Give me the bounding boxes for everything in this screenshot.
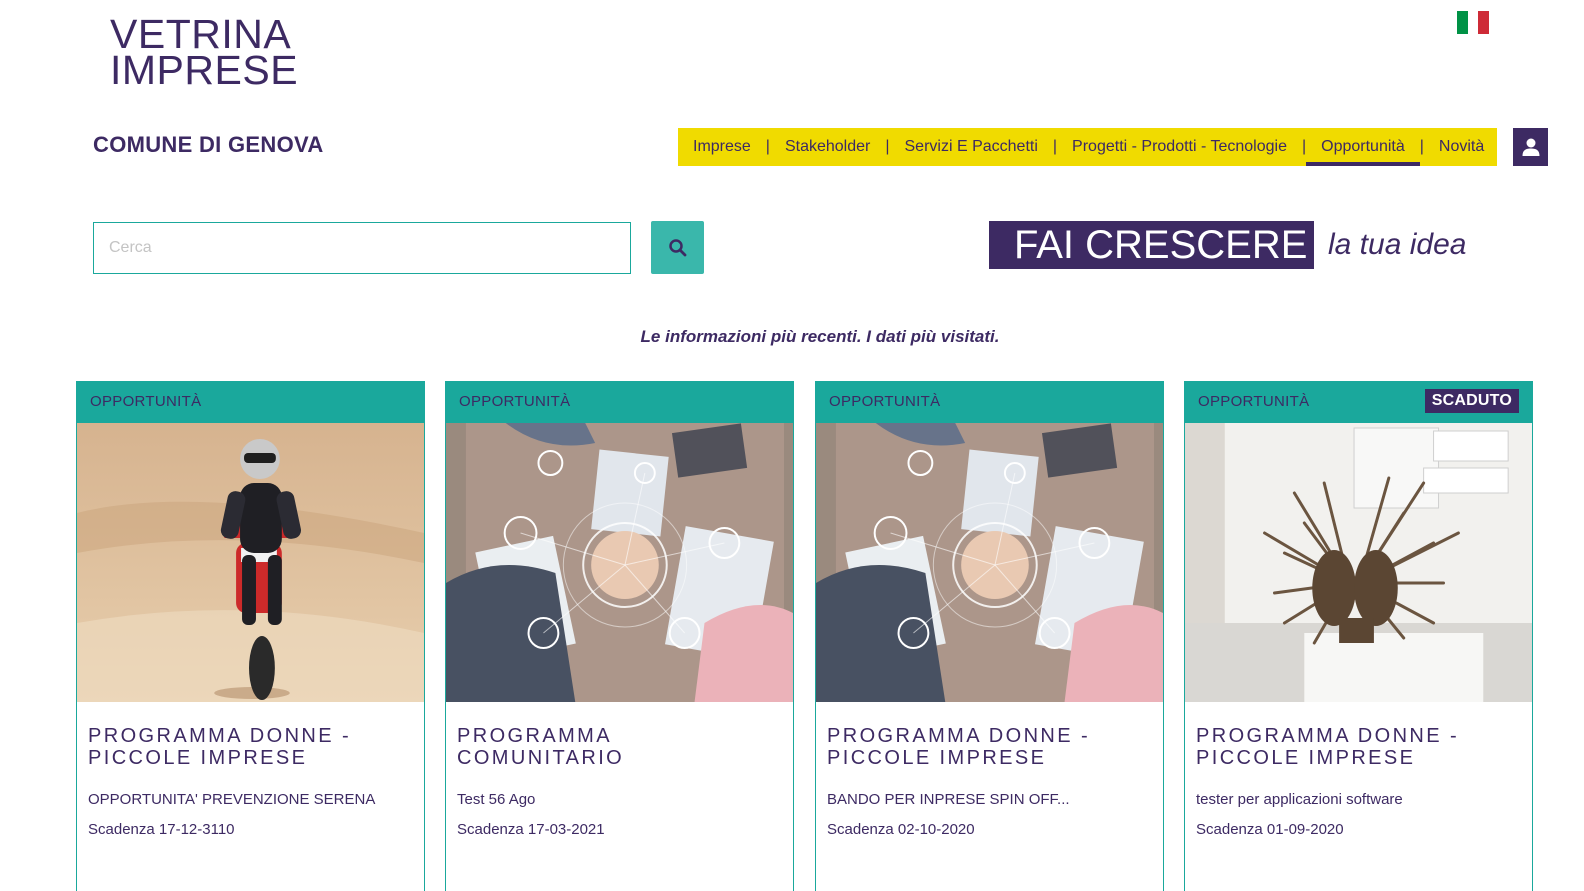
card-description: Test 56 Ago bbox=[457, 791, 536, 808]
card-header: OPPORTUNITÀ SCADUTO bbox=[1185, 382, 1532, 423]
card-title[interactable]: PROGRAMMA DONNE - PICCOLE IMPRESE bbox=[88, 725, 413, 769]
nav-separator: | bbox=[1419, 138, 1424, 155]
main-nav: Imprese | Stakeholder | Servizi E Pacche… bbox=[678, 128, 1498, 166]
nav-separator: | bbox=[1052, 138, 1058, 155]
card-deadline: Scadenza 17-03-2021 bbox=[457, 821, 605, 838]
search-input[interactable] bbox=[93, 222, 631, 274]
opportunity-card[interactable]: OPPORTUNITÀ PROGRAMMA DONNE - PICCOLE IM… bbox=[815, 381, 1164, 891]
nav-item-servizi[interactable]: Servizi E Pacchetti bbox=[902, 128, 1041, 166]
card-category: OPPORTUNITÀ bbox=[459, 393, 571, 410]
card-title[interactable]: PROGRAMMA DONNE - PICCOLE IMPRESE bbox=[1196, 725, 1521, 769]
card-header: OPPORTUNITÀ bbox=[77, 382, 424, 423]
card-title[interactable]: PROGRAMMA DONNE - PICCOLE IMPRESE bbox=[827, 725, 1152, 769]
municipality-title: COMUNE DI GENOVA bbox=[93, 132, 324, 157]
slogan-highlight: FAI CRESCERE bbox=[989, 221, 1315, 269]
card-deadline: Scadenza 17-12-3110 bbox=[88, 821, 235, 838]
search-button[interactable] bbox=[651, 221, 704, 274]
expired-badge: SCADUTO bbox=[1424, 389, 1519, 413]
nav-separator: | bbox=[765, 138, 770, 155]
card-image-team-meeting[interactable] bbox=[446, 423, 793, 702]
opportunity-card[interactable]: OPPORTUNITÀ PROGRAMMA DONNE - PICCOLE IM… bbox=[76, 381, 425, 891]
logo-line-2: IMPRESE bbox=[110, 47, 299, 93]
card-category: OPPORTUNITÀ bbox=[1198, 393, 1310, 410]
user-icon bbox=[1522, 138, 1539, 156]
card-image-team-meeting[interactable] bbox=[816, 423, 1163, 702]
nav-separator: | bbox=[885, 138, 890, 155]
nav-item-opportunita[interactable]: Opportunità bbox=[1306, 128, 1420, 166]
card-deadline: Scadenza 02-10-2020 bbox=[827, 821, 975, 838]
nav-item-novita[interactable]: Novità bbox=[1436, 128, 1487, 166]
user-account-button[interactable] bbox=[1513, 128, 1548, 166]
section-tagline: Le informazioni più recenti. I dati più … bbox=[640, 327, 1000, 346]
nav-item-imprese[interactable]: Imprese bbox=[690, 128, 754, 166]
nav-item-stakeholder[interactable]: Stakeholder bbox=[782, 128, 873, 166]
nav-item-progetti[interactable]: Progetti - Prodotti - Tecnologie bbox=[1069, 128, 1290, 166]
card-category: OPPORTUNITÀ bbox=[829, 393, 941, 410]
nav-separator: | bbox=[1301, 138, 1307, 155]
slogan-text: la tua idea bbox=[1328, 228, 1467, 261]
card-description: tester per applicazioni software bbox=[1196, 791, 1403, 808]
italian-flag-icon[interactable] bbox=[1457, 11, 1490, 34]
search-icon bbox=[668, 238, 686, 256]
card-description: OPPORTUNITA' PREVENZIONE SERENA bbox=[88, 791, 376, 808]
site-logo[interactable]: VETRINA IMPRESE bbox=[110, 14, 299, 93]
card-header: OPPORTUNITÀ bbox=[446, 382, 793, 423]
card-image-wooden-sculpture[interactable] bbox=[1185, 423, 1532, 702]
opportunity-card[interactable]: OPPORTUNITÀ PROGRAMMA COMUNITARIO Test 5… bbox=[445, 381, 794, 891]
opportunity-card[interactable]: OPPORTUNITÀ SCADUTO PROGRAMMA DONNE - PI… bbox=[1184, 381, 1533, 891]
card-description: BANDO PER INPRESE SPIN OFF... bbox=[827, 791, 1070, 808]
card-deadline: Scadenza 01-09-2020 bbox=[1196, 821, 1344, 838]
card-image-motocross[interactable] bbox=[77, 423, 424, 702]
card-title[interactable]: PROGRAMMA COMUNITARIO bbox=[457, 725, 782, 769]
card-category: OPPORTUNITÀ bbox=[90, 393, 202, 410]
card-header: OPPORTUNITÀ bbox=[816, 382, 1163, 423]
